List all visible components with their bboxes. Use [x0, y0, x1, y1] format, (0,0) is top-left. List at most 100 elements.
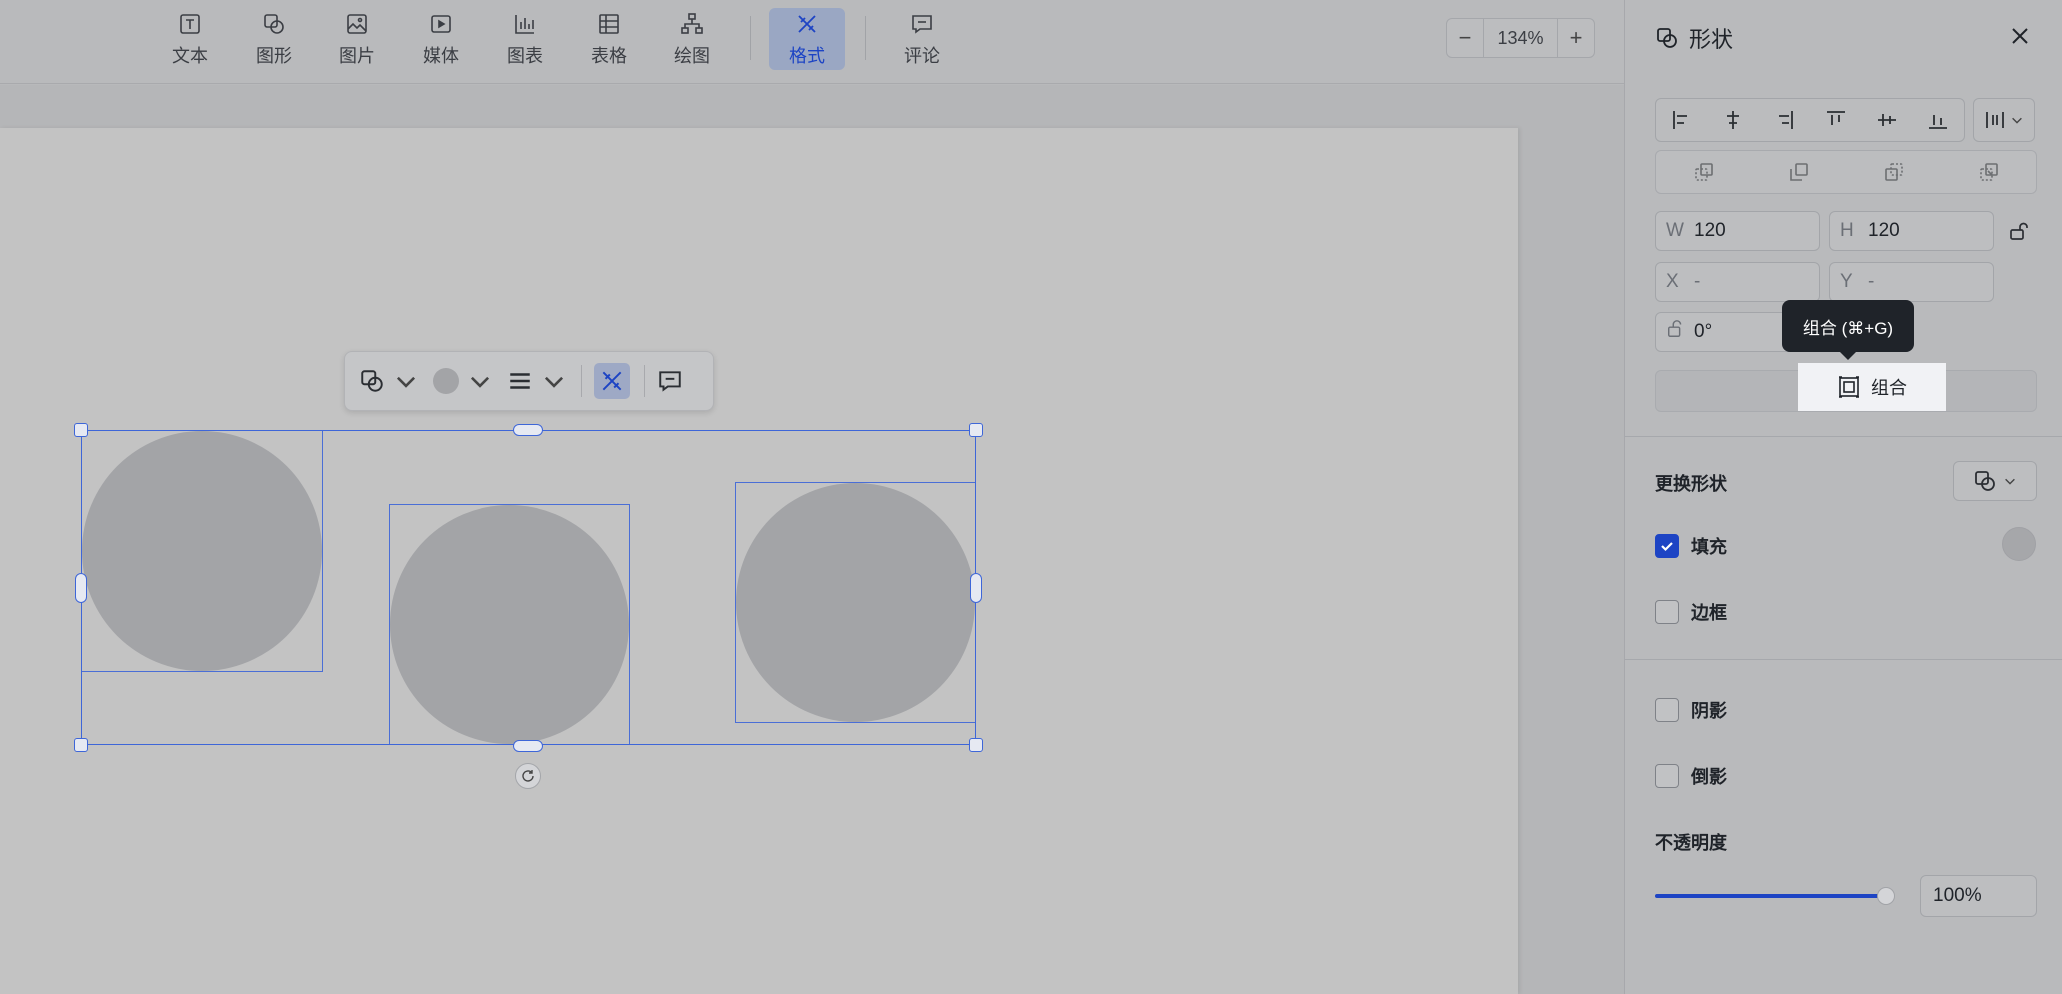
panel-title: 形状 [1689, 27, 1734, 52]
reflection-checkbox-row[interactable]: 倒影 [1655, 763, 1727, 789]
reflection-label: 倒影 [1691, 767, 1727, 787]
comment-icon [909, 11, 935, 37]
resize-handle-right[interactable] [970, 573, 982, 603]
opacity-slider-track [1655, 894, 1887, 898]
zoom-out-button[interactable]: − [1447, 19, 1483, 57]
toolbar-text-label: 文本 [172, 45, 208, 66]
group-button-row: 组合 [1655, 363, 2037, 412]
bring-forward-icon [1789, 163, 1808, 181]
resize-handle-left[interactable] [75, 573, 87, 603]
floating-toolbar [344, 351, 714, 411]
bring-to-front-button[interactable] [1684, 152, 1724, 192]
rotate-icon [522, 770, 534, 782]
resize-handle-top[interactable] [513, 424, 543, 436]
x-field[interactable]: X - [1655, 262, 1820, 302]
align-right-icon [1779, 111, 1794, 129]
shadow-checkbox[interactable] [1655, 698, 1679, 722]
toolbar-image-label: 图片 [339, 45, 375, 66]
toolbar-format-button[interactable]: 格式 [769, 8, 845, 70]
align-left-button[interactable] [1662, 100, 1702, 140]
image-icon [344, 11, 370, 37]
shadow-label: 阴影 [1691, 701, 1727, 721]
toolbar-image-button[interactable]: 图片 [319, 8, 395, 70]
width-label: W [1666, 220, 1684, 241]
group-button[interactable]: 组合 [1798, 363, 1946, 411]
fill-color-swatch[interactable] [2002, 527, 2036, 561]
reflection-checkbox[interactable] [1655, 764, 1679, 788]
send-to-back-button[interactable] [1969, 152, 2009, 192]
align-bottom-button[interactable] [1918, 100, 1958, 140]
rotate-handle[interactable] [515, 763, 541, 789]
resize-handle-bottom-right[interactable] [969, 738, 983, 752]
text-icon [177, 11, 203, 37]
toolbar-comment-button[interactable]: 评论 [884, 8, 960, 70]
format-panel: 形状 W 120 H 120 X - Y - 0° 组合 组合 (⌘+G) 更换… [1624, 0, 2062, 994]
zoom-control: − 134% + [1446, 18, 1595, 58]
check-icon [1661, 542, 1673, 552]
unlock-icon[interactable] [2008, 220, 2030, 242]
panel-divider [1625, 436, 2062, 437]
float-format-button[interactable] [594, 361, 630, 401]
y-field[interactable]: Y - [1829, 262, 1994, 302]
border-checkbox-row[interactable]: 边框 [1655, 599, 1727, 625]
close-icon[interactable] [2008, 24, 2032, 48]
align-middle-button[interactable] [1867, 100, 1907, 140]
format-icon [794, 11, 820, 37]
chevron-down-icon [2012, 117, 2022, 124]
format-icon [602, 371, 622, 391]
fill-color-swatch [433, 368, 459, 394]
opacity-slider-knob[interactable] [1877, 887, 1895, 905]
bring-to-front-icon [1694, 163, 1713, 181]
align-bottom-icon [1929, 115, 1948, 129]
resize-handle-bottom-left[interactable] [74, 738, 88, 752]
opacity-input[interactable]: 100% [1920, 875, 2037, 917]
toolbar-format-label: 格式 [789, 45, 825, 66]
float-shape-dropdown[interactable] [359, 361, 419, 401]
chevron-down-icon [544, 376, 564, 388]
top-toolbar: 文本 图形 图片 媒体 图表 表格 绘图 格式 评论 − 134% + [0, 0, 1624, 84]
toolbar-chart-button[interactable]: 图表 [487, 8, 563, 70]
shape-icon [261, 11, 287, 37]
border-checkbox[interactable] [1655, 600, 1679, 624]
change-shape-dropdown[interactable] [1953, 461, 2037, 501]
shape-icon [1975, 471, 1995, 491]
opacity-slider[interactable] [1655, 885, 1895, 907]
chevron-down-icon [2005, 478, 2015, 485]
height-field[interactable]: H 120 [1829, 211, 1994, 251]
float-line-dropdown[interactable] [507, 361, 567, 401]
line-weight-icon [510, 373, 530, 389]
width-field[interactable]: W 120 [1655, 211, 1820, 251]
distribute-dropdown[interactable] [1973, 98, 2035, 142]
toolbar-comment-label: 评论 [904, 45, 940, 66]
toolbar-table-button[interactable]: 表格 [571, 8, 647, 70]
resize-handle-bottom[interactable] [513, 740, 543, 752]
float-comment-button[interactable] [657, 361, 683, 401]
toolbar-media-button[interactable]: 媒体 [403, 8, 479, 70]
align-center-h-button[interactable] [1713, 100, 1753, 140]
y-label: Y [1840, 271, 1853, 292]
shadow-checkbox-row[interactable]: 阴影 [1655, 697, 1727, 723]
resize-handle-top-right[interactable] [969, 423, 983, 437]
toolbar-diagram-button[interactable]: 绘图 [654, 8, 730, 70]
bring-forward-button[interactable] [1779, 152, 1819, 192]
toolbar-shape-button[interactable]: 图形 [236, 8, 312, 70]
fill-checkbox-row[interactable]: 填充 [1655, 533, 1727, 559]
width-value: 120 [1694, 220, 1726, 241]
resize-handle-top-left[interactable] [74, 423, 88, 437]
zoom-in-button[interactable]: + [1558, 19, 1594, 57]
align-top-button[interactable] [1816, 100, 1856, 140]
zoom-level[interactable]: 134% [1483, 19, 1558, 57]
fill-checkbox[interactable] [1655, 534, 1679, 558]
opacity-label: 不透明度 [1655, 833, 1727, 853]
align-middle-icon [1877, 114, 1896, 126]
chevron-down-icon [396, 376, 416, 388]
align-right-button[interactable] [1764, 100, 1804, 140]
toolbar-media-label: 媒体 [423, 45, 459, 66]
x-value: - [1694, 271, 1701, 292]
align-top-icon [1826, 111, 1845, 125]
floating-toolbar-divider [581, 365, 582, 397]
comment-icon [659, 371, 681, 392]
send-backward-button[interactable] [1874, 152, 1914, 192]
float-fill-dropdown[interactable] [433, 361, 493, 401]
toolbar-text-button[interactable]: 文本 [152, 8, 228, 70]
